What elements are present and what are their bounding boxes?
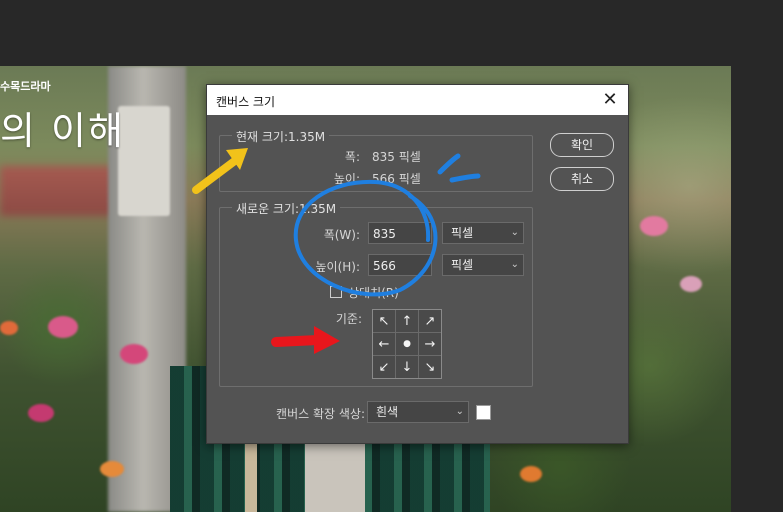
chevron-down-icon: ⌄ xyxy=(510,259,519,270)
photo-pole-sign xyxy=(118,106,170,216)
new-size-label: 새로운 크기:1.35M xyxy=(232,200,341,217)
anchor-center[interactable]: ● xyxy=(396,333,418,355)
new-width-unit-value: 픽셀 xyxy=(451,226,474,240)
close-icon[interactable]: ✕ xyxy=(600,89,620,110)
new-width-input[interactable]: 835 xyxy=(368,222,432,244)
extension-color-swatch[interactable] xyxy=(476,405,491,420)
flower xyxy=(520,466,542,482)
photo-title-text: 의 이해 xyxy=(0,109,125,153)
dialog-titlebar[interactable]: 캔버스 크기 ✕ xyxy=(207,85,628,115)
anchor-left[interactable]: ← xyxy=(373,333,395,355)
photo-logo-text: 수목드라마 xyxy=(0,80,51,93)
new-height-input[interactable]: 566 xyxy=(368,254,432,276)
new-height-label: 높이(H): xyxy=(315,260,360,274)
anchor-top-right[interactable]: ↗ xyxy=(419,310,441,332)
current-height-value: 566 픽셀 xyxy=(372,172,421,186)
anchor-bottom-right[interactable]: ↘ xyxy=(419,356,441,378)
flower xyxy=(640,216,668,236)
anchor-right[interactable]: → xyxy=(419,333,441,355)
extension-color-label: 캔버스 확장 색상: xyxy=(276,407,365,421)
flower xyxy=(48,316,78,338)
extension-color-value: 흰색 xyxy=(376,405,399,419)
canvas-size-dialog: 캔버스 크기 ✕ 현재 크기:1.35M 폭: 835 픽셀 높이: 566 픽… xyxy=(206,84,629,444)
relative-checkbox[interactable] xyxy=(330,286,342,298)
anchor-grid: ↖ ↑ ↗ ← ● → ↙ ↓ ↘ xyxy=(372,309,442,379)
extension-color-select[interactable]: 흰색 ⌄ xyxy=(367,401,469,423)
flower xyxy=(680,276,702,292)
ok-button[interactable]: 확인 xyxy=(550,133,614,157)
cancel-button[interactable]: 취소 xyxy=(550,167,614,191)
flower xyxy=(0,321,18,335)
flower xyxy=(120,344,148,364)
flower xyxy=(100,461,124,477)
current-height-label: 높이: xyxy=(333,172,360,186)
anchor-bottom[interactable]: ↓ xyxy=(396,356,418,378)
new-width-label: 폭(W): xyxy=(323,228,360,242)
current-width-label: 폭: xyxy=(344,150,360,164)
anchor-top[interactable]: ↑ xyxy=(396,310,418,332)
new-height-unit-value: 픽셀 xyxy=(451,258,474,272)
current-size-label: 현재 크기:1.35M xyxy=(232,128,330,145)
anchor-label: 기준: xyxy=(335,312,362,326)
anchor-top-left[interactable]: ↖ xyxy=(373,310,395,332)
new-width-unit-select[interactable]: 픽셀 ⌄ xyxy=(442,222,524,244)
anchor-bottom-left[interactable]: ↙ xyxy=(373,356,395,378)
current-size-group: 현재 크기:1.35M 폭: 835 픽셀 높이: 566 픽셀 xyxy=(219,128,533,192)
new-height-unit-select[interactable]: 픽셀 ⌄ xyxy=(442,254,524,276)
chevron-down-icon: ⌄ xyxy=(510,227,519,238)
current-width-value: 835 픽셀 xyxy=(372,150,421,164)
chevron-down-icon: ⌄ xyxy=(455,406,464,417)
dialog-title: 캔버스 크기 xyxy=(216,95,276,109)
flower xyxy=(28,404,54,422)
relative-label: 상대치(R) xyxy=(348,286,399,300)
